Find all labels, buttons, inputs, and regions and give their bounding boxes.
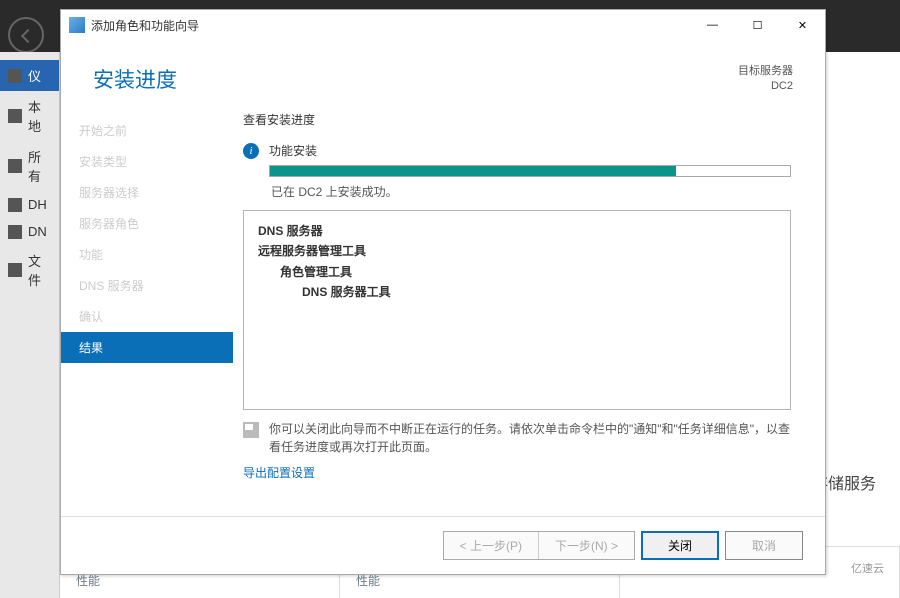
next-button: 下一步(N) > — [538, 532, 634, 559]
result-rsat: 远程服务器管理工具 — [258, 241, 776, 261]
previous-button: < 上一步(P) — [444, 532, 538, 559]
nav-install-type: 安装类型 — [61, 146, 233, 177]
bg-nav-label: 所有 — [28, 147, 51, 185]
bg-nav-dashboard: 仪 — [0, 60, 59, 91]
nav-server-select: 服务器选择 — [61, 177, 233, 208]
nav-features: 功能 — [61, 239, 233, 270]
titlebar[interactable]: 添加角色和功能向导 — ☐ ✕ — [61, 10, 825, 40]
window-title: 添加角色和功能向导 — [91, 17, 690, 34]
bg-nav-label: 仪 — [28, 66, 41, 85]
result-dns-server: DNS 服务器 — [258, 221, 776, 241]
view-progress-label: 查看安装进度 — [243, 111, 791, 128]
bg-nav-all: 所有 — [0, 141, 59, 191]
wizard-nav: 开始之前 安装类型 服务器选择 服务器角色 功能 DNS 服务器 确认 结果 — [61, 103, 233, 503]
target-server-label: 目标服务器 — [738, 64, 793, 79]
install-status-text: 已在 DC2 上安装成功。 — [269, 183, 791, 200]
target-server-value: DC2 — [738, 79, 793, 94]
bg-nav-label: 本地 — [28, 97, 51, 135]
page-title: 安装进度 — [93, 64, 177, 94]
nav-dns-server: DNS 服务器 — [61, 270, 233, 301]
info-icon: i — [243, 143, 259, 159]
nav-results[interactable]: 结果 — [61, 332, 233, 363]
export-config-link[interactable]: 导出配置设置 — [243, 464, 315, 481]
wizard-app-icon — [69, 17, 85, 33]
maximize-button[interactable]: ☐ — [735, 10, 780, 40]
bg-nav-label: DN — [28, 224, 47, 239]
close-button[interactable]: 关闭 — [641, 531, 719, 560]
close-hint-text: 你可以关闭此向导而不中断正在运行的任务。请依次单击命令栏中的"通知"和"任务详细… — [269, 420, 791, 456]
result-dns-tools: DNS 服务器工具 — [258, 282, 776, 302]
bg-nav-dh: DH — [0, 191, 59, 218]
install-progress-bar — [269, 165, 791, 177]
bg-nav-label: 文件 — [28, 251, 51, 289]
bg-nav-file: 文件 — [0, 245, 59, 295]
feature-install-label: 功能安装 — [269, 142, 791, 159]
watermark-label: 亿速云 — [845, 558, 890, 578]
bg-nav-label: DH — [28, 197, 47, 212]
nav-before-begin: 开始之前 — [61, 115, 233, 146]
results-list: DNS 服务器 远程服务器管理工具 角色管理工具 DNS 服务器工具 — [243, 210, 791, 410]
flag-icon — [243, 422, 259, 438]
bg-nav-dn: DN — [0, 218, 59, 245]
nav-confirm: 确认 — [61, 301, 233, 332]
install-progress-fill — [270, 166, 676, 176]
bg-nav-local: 本地 — [0, 91, 59, 141]
close-window-button[interactable]: ✕ — [780, 10, 825, 40]
nav-server-roles: 服务器角色 — [61, 208, 233, 239]
wizard-window: 添加角色和功能向导 — ☐ ✕ 安装进度 目标服务器 DC2 开始之前 安装类型… — [60, 9, 826, 575]
back-nav-icon — [8, 17, 44, 53]
minimize-button[interactable]: — — [690, 10, 735, 40]
cancel-button: 取消 — [725, 531, 803, 560]
result-role-tools: 角色管理工具 — [258, 262, 776, 282]
